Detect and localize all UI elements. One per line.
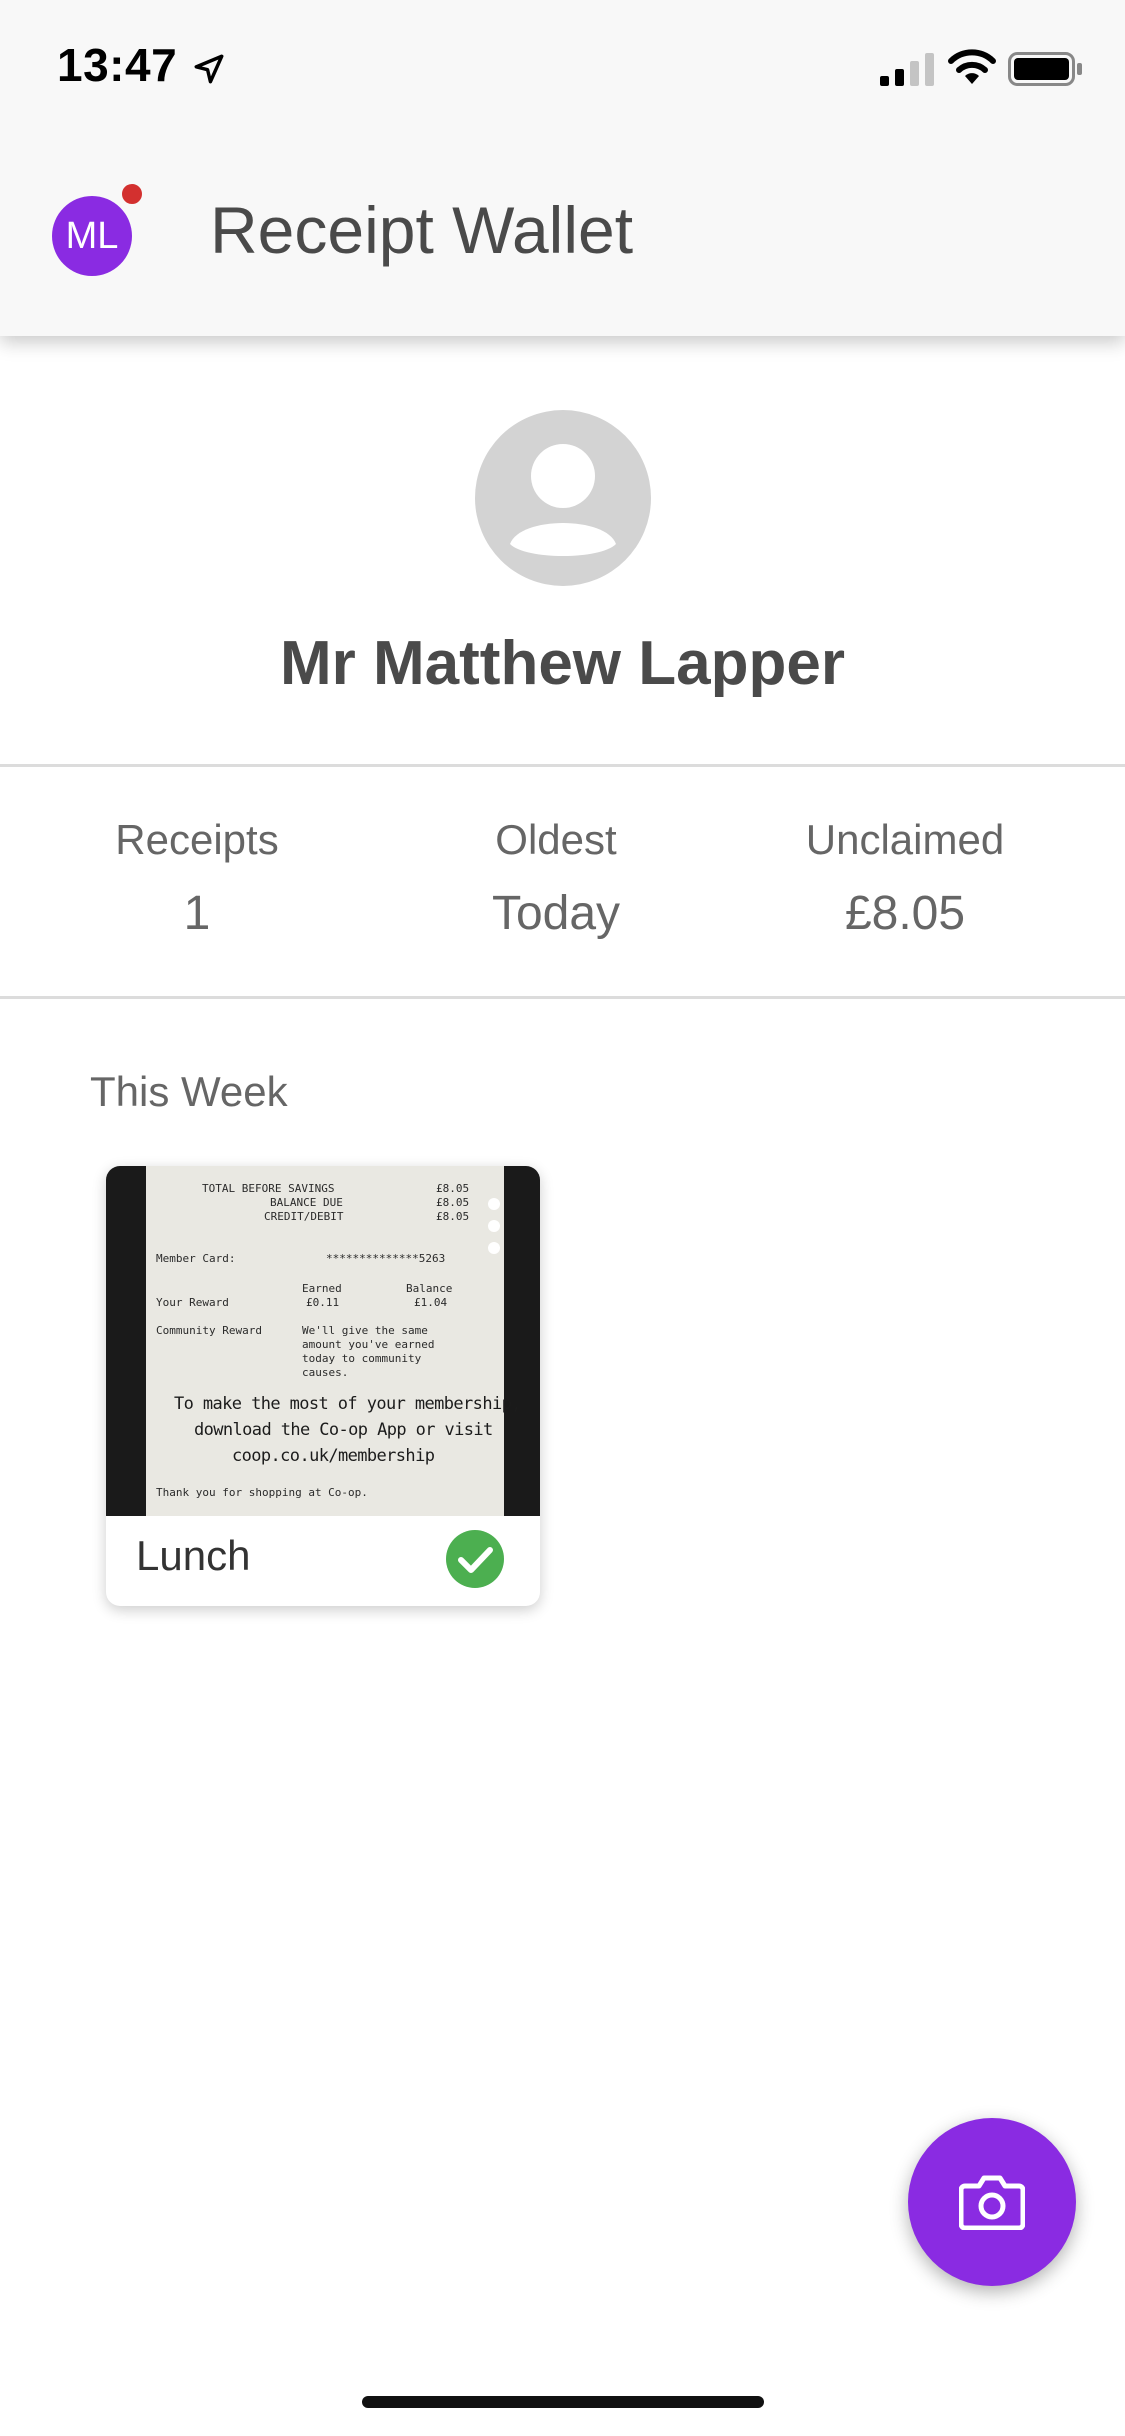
stat-label: Receipts (115, 816, 279, 863)
app-title: Receipt Wallet (210, 193, 634, 267)
stat-oldest: Oldest Today (406, 816, 706, 941)
receipt-text: download the Co-op App or visit (194, 1420, 493, 1440)
receipt-text: TOTAL BEFORE SAVINGS (202, 1182, 335, 1195)
receipt-text: **************5263 (326, 1252, 446, 1265)
receipt-text: Your Reward (156, 1296, 229, 1309)
stat-unclaimed: Unclaimed £8.05 (755, 816, 1055, 941)
divider (0, 996, 1125, 999)
receipt-text: We'll give the same (302, 1324, 428, 1337)
receipt-text: Balance (406, 1282, 453, 1295)
receipt-text: Member Card: (156, 1252, 236, 1265)
receipt-text: £0.11 (306, 1296, 340, 1309)
stat-receipts: Receipts 1 (47, 816, 347, 941)
receipt-text: amount you've earned (302, 1338, 435, 1351)
location-arrow-icon (194, 54, 224, 84)
notification-dot (120, 182, 144, 206)
stat-value: 1 (183, 887, 211, 940)
camera-button[interactable] (908, 2118, 1076, 2286)
app-header: 13:47 ML Receipt Wallet (0, 0, 1125, 336)
receipt-text: today to community (302, 1352, 422, 1365)
receipt-text: causes. (302, 1366, 349, 1379)
receipt-text: Thank you for shopping at Co-op. (156, 1486, 368, 1499)
section-label: This Week (90, 1068, 288, 1115)
receipt-text: CREDIT/DEBIT (264, 1210, 344, 1223)
wifi-icon (948, 49, 996, 84)
receipt-text: £1.04 (414, 1296, 448, 1309)
camera-icon (959, 2175, 1025, 2230)
stat-value: Today (491, 887, 621, 940)
more-options-icon[interactable] (488, 1198, 500, 1264)
receipt-label: Lunch (136, 1532, 251, 1579)
user-avatar-button[interactable]: ML (52, 196, 132, 276)
stat-label: Oldest (495, 816, 617, 863)
receipt-text: £8.05 (436, 1182, 470, 1195)
receipt-text: Earned (302, 1282, 342, 1295)
receipt-thumbnail: TOTAL BEFORE SAVINGS £8.05 BALANCE DUE £… (106, 1166, 540, 1516)
status-time: 13:47 (57, 39, 178, 91)
receipt-text: Community Reward (156, 1324, 262, 1337)
cellular-signal-icon (880, 53, 934, 86)
profile-name: Mr Matthew Lapper (280, 629, 845, 698)
avatar-initials: ML (65, 214, 119, 257)
receipt-text: £8.05 (436, 1196, 470, 1209)
receipt-text: coop.co.uk/membership (232, 1446, 435, 1466)
receipt-card[interactable]: TOTAL BEFORE SAVINGS £8.05 BALANCE DUE £… (106, 1166, 540, 1606)
person-placeholder-icon (475, 410, 651, 586)
home-indicator[interactable] (362, 2396, 764, 2408)
receipt-text: To make the most of your membership, (174, 1394, 521, 1414)
receipt-wallet-screen: 13:47 ML Receipt Wallet Mr Matthew Lappe… (0, 0, 1125, 2436)
divider (0, 764, 1125, 767)
battery-icon (1008, 52, 1082, 86)
stat-label: Unclaimed (805, 816, 1005, 863)
receipt-text: £8.05 (436, 1210, 470, 1223)
receipt-text: BALANCE DUE (270, 1196, 343, 1209)
stat-value: £8.05 (844, 887, 966, 940)
check-circle-icon (446, 1530, 504, 1588)
receipt-paper: TOTAL BEFORE SAVINGS £8.05 BALANCE DUE £… (146, 1166, 521, 1516)
